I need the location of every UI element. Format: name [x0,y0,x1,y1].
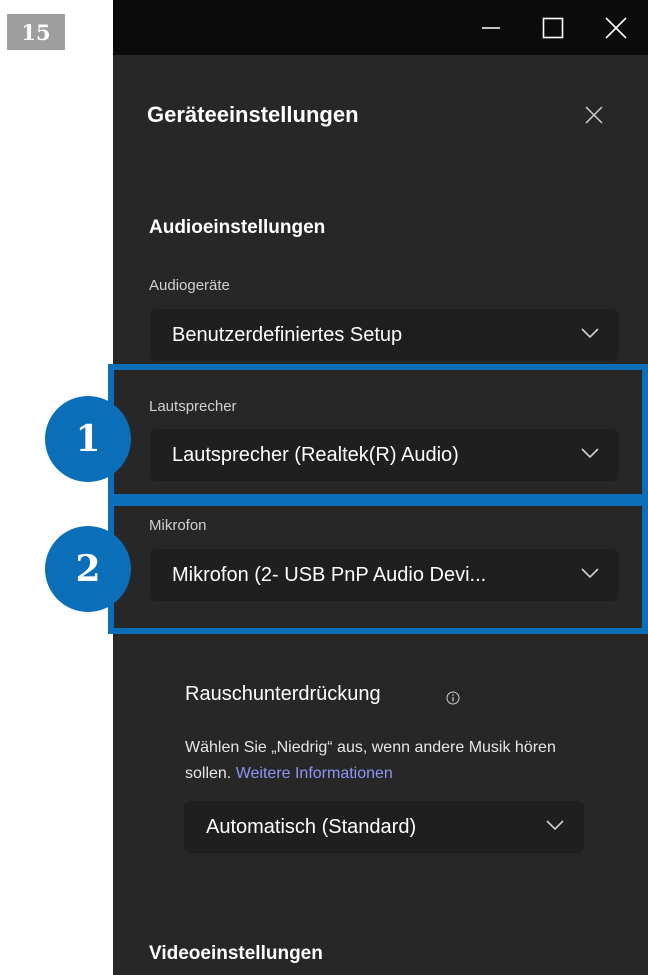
noise-suppression-dropdown[interactable]: Automatisch (Standard) [184,801,584,853]
speaker-highlight-box [108,364,648,500]
dialog-close-button[interactable] [579,100,609,130]
maximize-icon [542,17,564,38]
callout-badge-1: 1 [45,396,131,482]
callout-badge-2: 2 [45,526,131,612]
audio-devices-label: Audiogeräte [149,277,230,294]
audio-devices-dropdown[interactable]: Benutzerdefiniertes Setup [150,309,619,361]
window-close-button[interactable] [593,0,639,55]
noise-suppression-description: Wählen Sie „Niedrig“ aus, wenn andere Mu… [185,735,605,787]
maximize-button[interactable] [530,0,576,55]
dialog-title: Geräteeinstellungen [147,102,359,127]
noise-suppression-title: Rauschunterdrückung [185,683,381,705]
window-titlebar [113,0,648,55]
more-info-link[interactable]: Weitere Informationen [236,765,393,782]
chevron-down-icon [546,820,564,831]
step-number-tag: 15 [7,14,65,50]
audio-section-title: Audioeinstellungen [149,217,326,238]
noise-suppression-value: Automatisch (Standard) [206,815,417,838]
info-icon[interactable] [446,691,460,705]
microphone-highlight-box [108,500,648,634]
chevron-down-icon [581,328,599,339]
audio-devices-value: Benutzerdefiniertes Setup [172,323,403,346]
minimize-button[interactable] [468,0,514,55]
minimize-icon [482,26,500,29]
close-icon [605,16,627,39]
video-section-title: Videoeinstellungen [149,943,323,964]
close-icon [585,106,603,124]
